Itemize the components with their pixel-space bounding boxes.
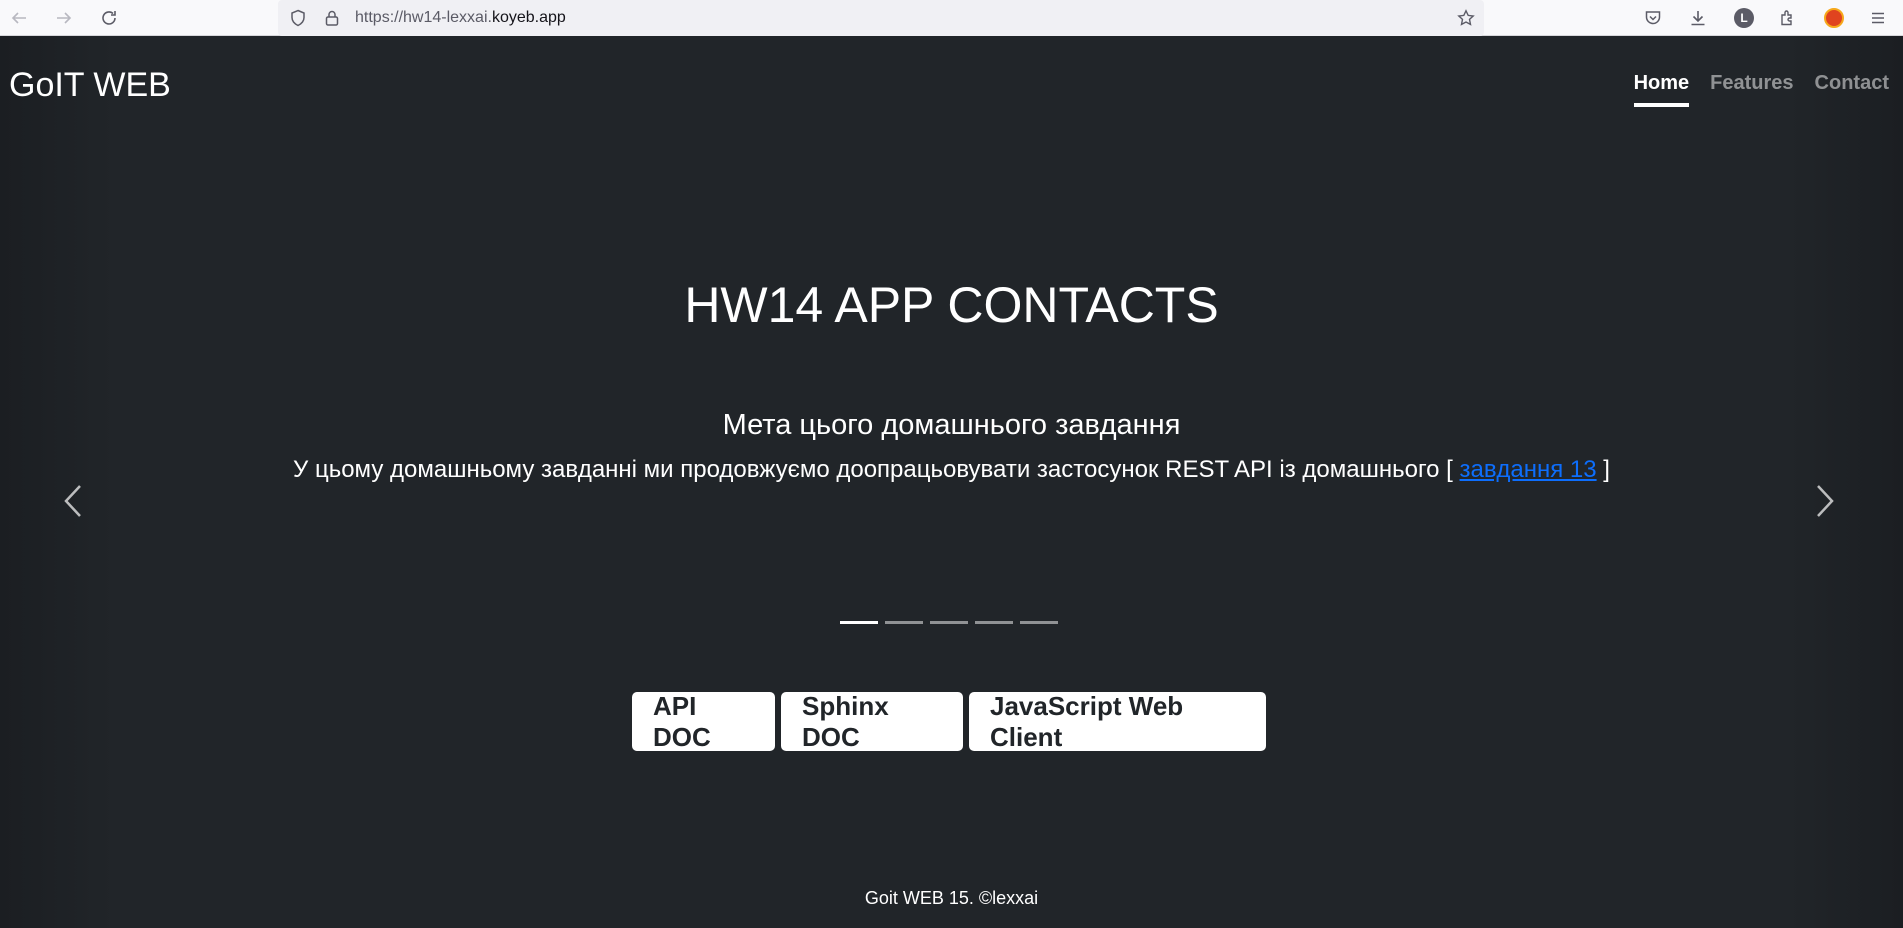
carousel-indicator-4[interactable] — [975, 621, 1013, 624]
nav-contact[interactable]: Contact — [1815, 72, 1889, 107]
carousel-text-before: У цьому домашньому завданні ми продовжує… — [293, 456, 1460, 483]
chevron-right-icon — [1817, 485, 1834, 517]
carousel-indicator-3[interactable] — [930, 621, 968, 624]
url-bar[interactable]: https://hw14-lexxai.koyeb.app — [278, 0, 1484, 36]
avatar[interactable]: L — [1734, 8, 1754, 28]
task-13-link[interactable]: завдання 13 — [1460, 456, 1597, 483]
star-icon[interactable] — [1454, 6, 1478, 30]
browser-toolbar: https://hw14-lexxai.koyeb.app L — [0, 0, 1903, 36]
carousel-text: У цьому домашньому завданні ми продовжує… — [0, 456, 1903, 484]
js-web-client-button[interactable]: JavaScript Web Client — [969, 691, 1266, 752]
brand-logo[interactable]: GoIT WEB — [9, 66, 171, 105]
back-icon[interactable] — [7, 6, 31, 30]
url-prefix: https://hw14-lexxai. — [355, 9, 492, 26]
shield-icon[interactable] — [286, 6, 310, 30]
nav-home[interactable]: Home — [1633, 72, 1690, 107]
doc-buttons: API DOC Sphinx DOC JavaScript Web Client — [632, 691, 1266, 752]
main-nav: Home Features Contact — [1633, 72, 1889, 107]
download-icon[interactable] — [1686, 6, 1710, 30]
chevron-left-icon — [64, 485, 81, 517]
url-domain: koyeb.app — [491, 9, 566, 26]
reload-icon[interactable] — [97, 6, 121, 30]
lock-icon[interactable] — [320, 6, 344, 30]
pocket-icon[interactable] — [1641, 6, 1665, 30]
carousel-heading: Мета цього домашнього завдання — [722, 409, 1181, 441]
page-title: HW14 APP CONTACTS — [684, 277, 1219, 333]
carousel-prev-button[interactable] — [58, 481, 88, 521]
url-text[interactable]: https://hw14-lexxai.koyeb.app — [355, 9, 566, 27]
addon-icon[interactable] — [1824, 8, 1844, 28]
nav-features[interactable]: Features — [1710, 72, 1793, 107]
page: GoIT WEB Home Features Contact HW14 APP … — [0, 36, 1903, 928]
sphinx-doc-button[interactable]: Sphinx DOC — [781, 691, 963, 752]
carousel-indicator-1[interactable] — [840, 621, 878, 624]
forward-icon[interactable] — [52, 6, 76, 30]
extensions-icon[interactable] — [1776, 6, 1800, 30]
carousel-indicator-2[interactable] — [885, 621, 923, 624]
carousel-indicators — [840, 621, 1058, 624]
api-doc-button[interactable]: API DOC — [632, 691, 775, 752]
menu-icon[interactable] — [1866, 6, 1890, 30]
carousel-next-button[interactable] — [1810, 481, 1840, 521]
footer-text: Goit WEB 15. ©lexxai — [864, 888, 1039, 908]
carousel-text-after: ] — [1596, 456, 1610, 483]
carousel-indicator-5[interactable] — [1020, 621, 1058, 624]
